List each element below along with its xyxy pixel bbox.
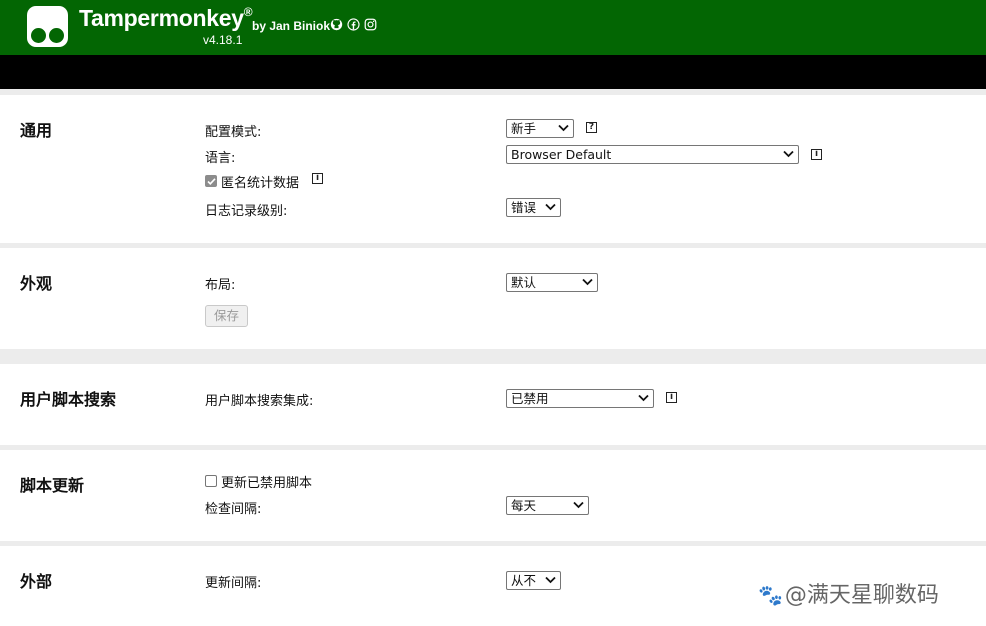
config-mode-select[interactable]: 新手 [506, 119, 574, 138]
section-title: 脚本更新 [20, 476, 85, 495]
app-header: Tampermonkey® by Jan Biniok v4.18.1 [0, 0, 986, 55]
watermark: 🐾@满天星聊数码 [758, 583, 939, 608]
chevron-down-icon [582, 278, 593, 286]
log-level-select[interactable]: 错误 [506, 198, 561, 217]
info-icon[interactable]: i [666, 392, 677, 403]
info-icon[interactable]: i [312, 173, 323, 184]
tampermonkey-logo [27, 6, 68, 47]
paw-icon: 🐾 [758, 583, 783, 607]
anon-stats-label: 匿名统计数据 [221, 176, 300, 191]
info-icon[interactable]: i [811, 149, 822, 160]
section-script-update: 脚本更新 更新已禁用脚本 检查间隔: 每天 [0, 450, 986, 541]
chevron-down-icon [638, 394, 649, 402]
section-title: 外观 [20, 274, 53, 293]
github-icon[interactable] [330, 18, 343, 31]
chevron-down-icon [545, 203, 556, 211]
update-interval-label: 更新间隔: [205, 576, 262, 591]
chevron-down-icon [558, 124, 569, 132]
search-integration-label: 用户脚本搜索集成: [205, 394, 314, 409]
facebook-icon[interactable] [347, 18, 360, 31]
layout-label: 布局: [205, 278, 236, 293]
section-appearance: 外观 布局: 默认 保存 [0, 248, 986, 349]
chevron-down-icon [783, 150, 794, 158]
config-mode-label: 配置模式: [205, 125, 262, 140]
layout-select[interactable]: 默认 [506, 273, 598, 292]
author-byline: by Jan Biniok [252, 19, 331, 33]
anon-stats-checkbox[interactable] [205, 175, 217, 187]
save-button[interactable]: 保存 [205, 305, 248, 327]
log-level-label: 日志记录级别: [205, 204, 288, 219]
check-icon [207, 178, 216, 185]
language-select[interactable]: Browser Default [506, 145, 799, 164]
language-label: 语言: [205, 151, 236, 166]
search-integration-select[interactable]: 已禁用 [506, 389, 654, 408]
section-script-search: 用户脚本搜索 用户脚本搜索集成: 已禁用 i [0, 364, 986, 445]
chevron-down-icon [545, 576, 556, 584]
section-title: 外部 [20, 572, 53, 591]
update-interval-select[interactable]: 从不 [506, 571, 561, 590]
check-interval-select[interactable]: 每天 [506, 496, 589, 515]
instagram-icon[interactable] [364, 18, 377, 31]
update-disabled-label: 更新已禁用脚本 [221, 476, 313, 491]
section-title: 通用 [20, 121, 53, 140]
toolbar-strip [0, 55, 986, 89]
help-icon[interactable]: ? [586, 122, 597, 133]
version-label: v4.18.1 [203, 33, 243, 47]
app-title: Tampermonkey® [79, 5, 253, 31]
section-general: 通用 配置模式: 新手 ? 语言: Browser Default i 匿名统计… [0, 95, 986, 243]
update-disabled-checkbox[interactable] [205, 475, 217, 487]
chevron-down-icon [573, 501, 584, 509]
check-interval-label: 检查间隔: [205, 502, 262, 517]
section-title: 用户脚本搜索 [20, 390, 117, 409]
